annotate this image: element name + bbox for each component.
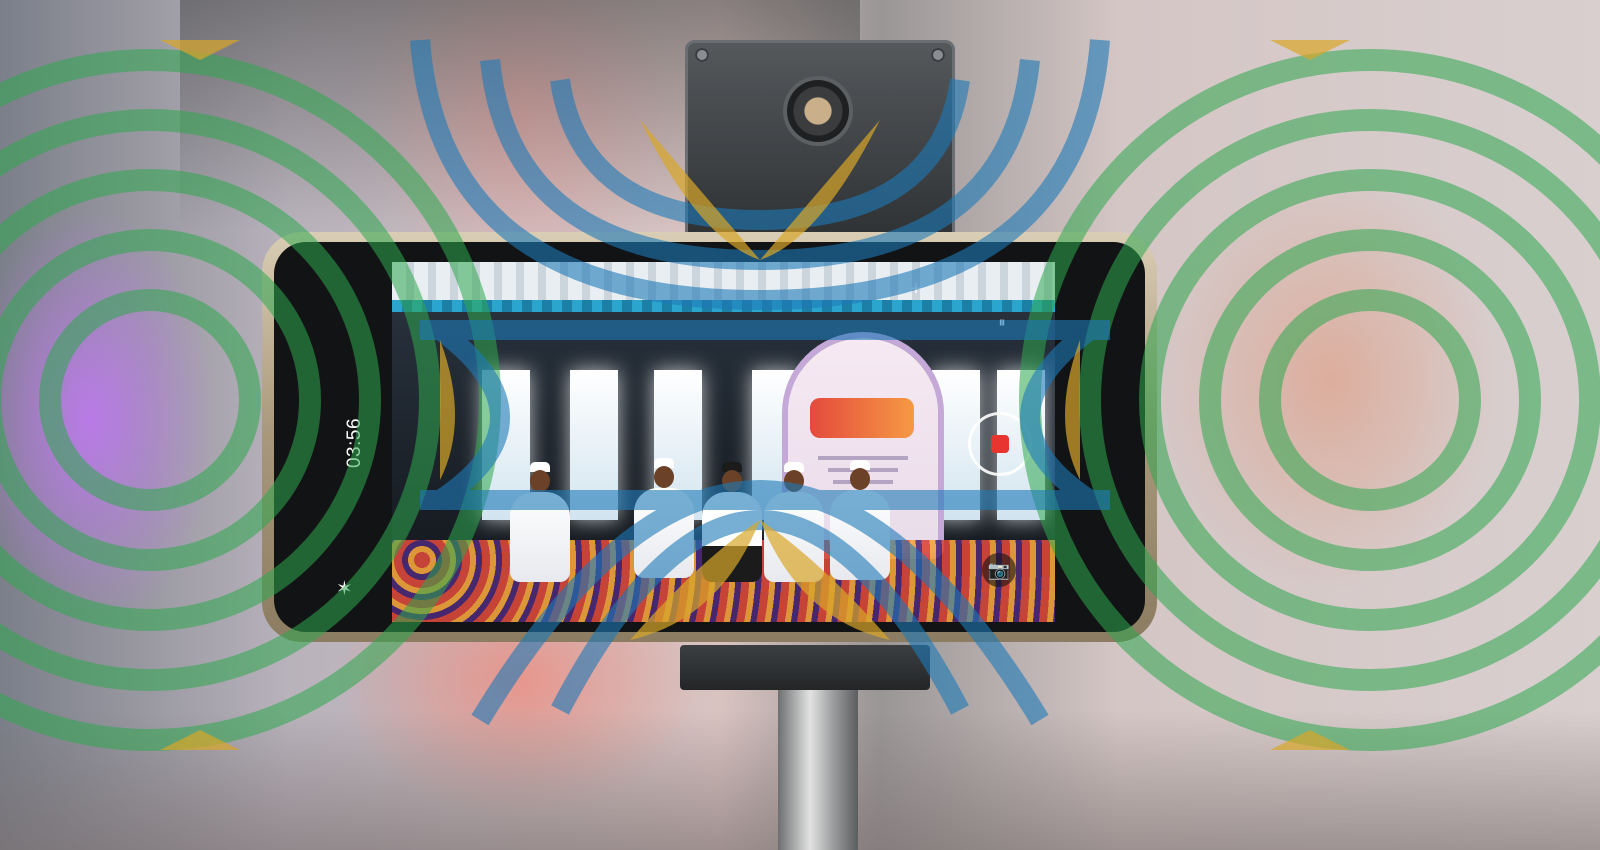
record-button[interactable] — [968, 412, 1032, 476]
light-panel — [570, 370, 618, 520]
clamp-screw — [695, 48, 709, 62]
plus-icon[interactable]: + — [910, 278, 922, 301]
tripod-bracket — [680, 645, 930, 690]
performer — [508, 462, 572, 582]
clamp-knob — [787, 80, 849, 142]
phone-camera-preview — [392, 262, 1055, 622]
tripod-clamp — [685, 40, 955, 245]
performer — [828, 460, 892, 580]
pause-icon[interactable]: ⏸ — [990, 310, 1014, 334]
clamp-screw — [931, 48, 945, 62]
camera-icon[interactable]: 📷 — [982, 553, 1016, 587]
performer — [762, 462, 826, 582]
stage-curtain — [392, 262, 1055, 302]
recording-timer: 03:56 — [344, 417, 366, 469]
performer — [632, 458, 696, 578]
curtain-fringe — [392, 300, 1055, 312]
photo-scene: 03:56 ✶ + ⏸ 📷 — [0, 0, 1600, 850]
performer-lead — [700, 462, 764, 582]
flash-icon[interactable]: ✶ — [336, 576, 353, 601]
banner-logo — [810, 398, 914, 438]
record-icon — [991, 435, 1009, 453]
